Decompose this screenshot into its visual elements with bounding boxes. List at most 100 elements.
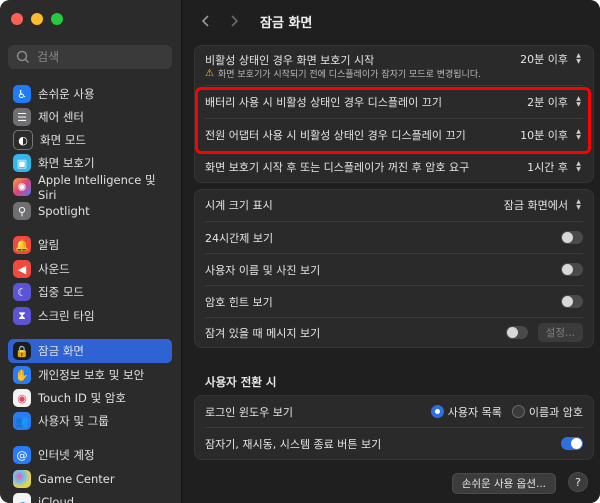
sidebar-item-privacy[interactable]: ✋ 개인정보 보호 및 보안 [8, 364, 172, 386]
chevron-left-icon [201, 15, 209, 27]
user-name-photo-row: 사용자 이름 및 사진 보기 [195, 254, 593, 285]
lock-message-toggle[interactable] [505, 326, 528, 339]
password-hint-label: 암호 힌트 보기 [205, 295, 273, 309]
sidebar-item-label: 화면 모드 [40, 133, 86, 147]
search-input[interactable] [35, 49, 159, 65]
sidebar-item-appearance[interactable]: ◐ 화면 모드 [8, 129, 172, 151]
sidebar-item-users[interactable]: 👥 사용자 및 그룹 [8, 410, 172, 432]
siri-icon: ✺ [13, 178, 31, 196]
help-button[interactable]: ? [568, 472, 588, 492]
sidebar-item-internet-accounts[interactable]: @ 인터넷 계정 [8, 444, 172, 466]
sidebar-item-label: 사용자 및 그룹 [38, 414, 109, 428]
chevron-right-icon [231, 15, 239, 27]
radio-name-password[interactable]: 이름과 암호 [511, 404, 583, 420]
clock-size-value: 잠금 화면에서 [503, 199, 568, 212]
sidebar-item-label: Touch ID 및 암호 [38, 391, 126, 405]
icloud-icon: ☁ [13, 493, 31, 503]
section-title-user-switch: 사용자 전환 시 [205, 375, 277, 389]
sidebar-item-label: Apple Intelligence 및 Siri [38, 173, 156, 202]
sidebar-item-touch-id[interactable]: ◉ Touch ID 및 암호 [8, 387, 172, 409]
users-icon: 👥 [13, 412, 31, 430]
sidebar-item-spotlight[interactable]: ⚲ Spotlight [8, 200, 172, 222]
user-name-photo-toggle-wrap [561, 263, 583, 276]
screen-saver-row: 비활성 상태인 경우 화면 보호기 시작 ⚠ 화면 보호기가 시작되기 전에 디… [195, 46, 593, 84]
require-password-select[interactable]: 1시간 후 ▲ ▼ [527, 159, 583, 175]
sidebar-item-siri[interactable]: ✺ Apple Intelligence 및 Siri [8, 173, 172, 202]
screen-saver-select[interactable]: 20분 이후 ▲ ▼ [520, 51, 583, 67]
sidebar-item-focus[interactable]: ☾ 집중 모드 [8, 281, 172, 303]
power-buttons-label: 잠자기, 재시동, 시스템 종료 버튼 보기 [205, 437, 382, 451]
24hour-toggle[interactable] [561, 231, 583, 244]
control-center-icon: ☰ [13, 108, 31, 126]
notifications-icon: 🔔 [13, 236, 31, 254]
screen-saver-value: 20분 이후 [520, 53, 568, 66]
search-field[interactable] [8, 45, 172, 69]
screen-time-icon: ⧗ [13, 307, 31, 325]
search-icon [16, 50, 30, 64]
sidebar-item-screen-saver[interactable]: ▣ 화면 보호기 [8, 152, 172, 174]
sidebar-item-control-center[interactable]: ☰ 제어 센터 [8, 106, 172, 128]
sidebar-item-label: 잠금 화면 [38, 344, 84, 358]
sidebar-item-lock-screen[interactable]: 🔒 잠금 화면 [8, 339, 172, 363]
lock-screen-display-group: 시계 크기 표시 잠금 화면에서 ▲ ▼ 24시간제 보기 사용자 이름 및 사진… [194, 189, 594, 348]
accessibility-icon: ♿ [13, 85, 31, 103]
toolbar: 잠금 화면 [182, 0, 600, 42]
forward-button[interactable] [224, 11, 244, 31]
appearance-icon: ◐ [13, 130, 33, 150]
require-password-label: 화면 보호기 시작 후 또는 디스플레이가 꺼진 후 암호 요구 [205, 161, 470, 174]
sidebar-item-label: 사운드 [38, 262, 70, 276]
lock-screen-icon: 🔒 [13, 342, 31, 360]
accessibility-options-button[interactable]: 손쉬운 사용 옵션... [451, 473, 556, 494]
24hour-row: 24시간제 보기 [195, 222, 593, 253]
focus-icon: ☾ [13, 283, 31, 301]
lock-message-label: 잠겨 있을 때 메시지 보기 [205, 326, 321, 340]
main-pane: 잠금 화면 비활성 상태인 경우 화면 보호기 시작 ⚠ 화면 보호기가 시작되… [182, 0, 600, 503]
login-window-row: 로그인 윈도우 보기 사용자 목록 이름과 암호 [195, 396, 593, 427]
sidebar-item-label: 제어 센터 [38, 110, 84, 124]
clock-size-select[interactable]: 잠금 화면에서 ▲ ▼ [504, 197, 583, 213]
lock-message-settings-button[interactable]: 설정... [537, 323, 583, 342]
stepper-icon: ▲ ▼ [576, 198, 581, 211]
game-center-icon [13, 470, 31, 488]
radio-user-list-label: 사용자 목록 [447, 405, 502, 419]
window-controls [11, 13, 63, 25]
power-buttons-row: 잠자기, 재시동, 시스템 종료 버튼 보기 [195, 428, 593, 459]
clock-size-label: 시계 크기 표시 [205, 199, 273, 212]
highlight-box [195, 87, 591, 154]
screen-saver-note: ⚠ 화면 보호기가 시작되기 전에 디스플레이가 잠자기 모드로 변경됩니다. [205, 67, 481, 80]
back-button[interactable] [196, 11, 216, 31]
sidebar-item-notifications[interactable]: 🔔 알림 [8, 234, 172, 256]
stepper-icon: ▲ ▼ [576, 52, 581, 65]
sidebar-item-label: iCloud [38, 495, 75, 503]
sidebar-item-icloud[interactable]: ☁ iCloud [8, 491, 172, 503]
radio-user-list[interactable]: 사용자 목록 [430, 404, 502, 420]
power-buttons-toggle[interactable] [561, 437, 583, 450]
clock-size-row: 시계 크기 표시 잠금 화면에서 ▲ ▼ [195, 190, 593, 220]
screen-saver-icon: ▣ [13, 154, 31, 172]
sidebar-item-label: Spotlight [38, 204, 90, 218]
close-button[interactable] [11, 13, 23, 25]
touch-id-icon: ◉ [13, 389, 31, 407]
user-name-photo-toggle[interactable] [561, 263, 583, 276]
minimize-button[interactable] [31, 13, 43, 25]
sound-icon: ◀ [13, 260, 31, 278]
sidebar-item-game-center[interactable]: Game Center [8, 468, 172, 490]
login-window-radio-group: 사용자 목록 이름과 암호 [430, 404, 583, 420]
lock-message-row: 잠겨 있을 때 메시지 보기 설정... [195, 318, 593, 347]
sidebar-item-accessibility[interactable]: ♿ 손쉬운 사용 [8, 83, 172, 105]
sidebar-item-label: 집중 모드 [38, 285, 84, 299]
power-buttons-toggle-wrap [561, 437, 583, 450]
lock-message-controls: 설정... [505, 323, 583, 342]
24hour-toggle-wrap [561, 231, 583, 244]
zoom-button[interactable] [51, 13, 63, 25]
login-window-label: 로그인 윈도우 보기 [205, 405, 293, 419]
sidebar-item-label: 손쉬운 사용 [38, 87, 95, 101]
sidebar-item-label: 스크린 타임 [38, 309, 95, 323]
password-hint-toggle-wrap [561, 295, 583, 308]
password-hint-toggle[interactable] [561, 295, 583, 308]
sidebar-item-screen-time[interactable]: ⧗ 스크린 타임 [8, 305, 172, 327]
user-switch-group: 로그인 윈도우 보기 사용자 목록 이름과 암호 잠자기, 재시동, 시스템 종… [194, 395, 594, 460]
sidebar-item-label: 개인정보 보호 및 보안 [38, 368, 145, 382]
sidebar-item-sound[interactable]: ◀ 사운드 [8, 258, 172, 280]
page-title: 잠금 화면 [260, 15, 313, 31]
